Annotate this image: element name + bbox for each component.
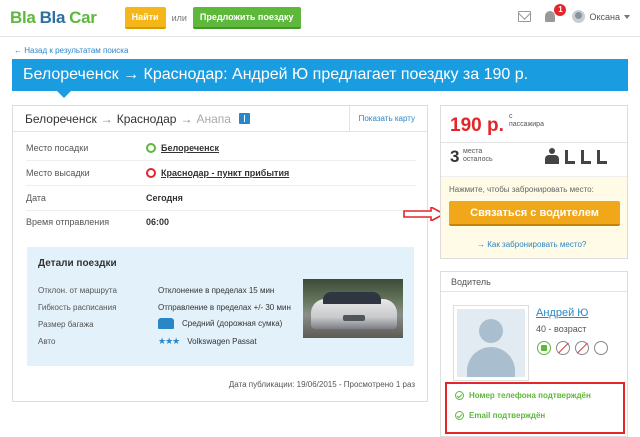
- free-seat-icon: [597, 150, 607, 164]
- car-model-text: Volkswagen Passat: [187, 337, 257, 346]
- car-photo[interactable]: [303, 279, 403, 338]
- no-smoking-icon: [556, 341, 570, 355]
- notifications-button[interactable]: 1: [545, 4, 567, 22]
- seats-text: места осталось: [463, 148, 493, 164]
- offer-ride-button[interactable]: Предложить поездку: [192, 7, 301, 29]
- pickup-value-text: Белореченск: [161, 143, 220, 153]
- dropoff-value[interactable]: Краснодар - пункт прибытия: [146, 168, 289, 178]
- check-icon: [455, 391, 464, 400]
- user-area: 1 Оксана: [518, 4, 630, 23]
- route-deviation-label: Отклон. от маршрута: [38, 286, 117, 295]
- verification-box: Номер телефона подтверждён Email подтвер…: [445, 382, 625, 434]
- date-value: Сегодня: [146, 193, 183, 203]
- route-next: Анапа: [196, 111, 231, 126]
- top-navigation-bar: Bla Bla Car Найти или Предложить поездку…: [0, 0, 640, 37]
- driver-age: 40 - возраст: [536, 324, 587, 334]
- route-deviation-value: Отклонение в пределах 15 мин: [158, 286, 275, 295]
- price-per-passenger: с пассажира: [509, 113, 569, 129]
- logo-text-1: Bla: [10, 8, 36, 27]
- booking-hint: Нажмите, чтобы забронировать место:: [449, 185, 594, 194]
- dropoff-marker-icon: [146, 168, 156, 178]
- booking-action-box: Нажмите, чтобы забронировать место: Связ…: [441, 176, 627, 258]
- trip-details-box: Детали поездки Отклон. от маршрута Откло…: [27, 247, 414, 366]
- car-value: ★★★ Volkswagen Passat: [158, 336, 257, 347]
- divider: [26, 185, 416, 186]
- schedule-flex-value: Отправление в пределах +/- 30 мин: [158, 303, 291, 312]
- page-title: Белореченск → Краснодар: Андрей Ю предла…: [12, 59, 628, 98]
- how-to-book-link[interactable]: → Как забронировать место?: [477, 240, 586, 249]
- occupied-seat-icon: [545, 148, 559, 164]
- driver-name-link[interactable]: Андрей Ю: [536, 307, 588, 319]
- route-arrow-2: →: [180, 111, 193, 126]
- pickup-value[interactable]: Белореченск: [146, 143, 219, 153]
- no-pets-icon: [575, 341, 589, 355]
- divider: [26, 160, 416, 161]
- per-line-2: пассажира: [509, 121, 544, 128]
- dropoff-label: Место высадки: [26, 168, 90, 178]
- seat-icons: [545, 148, 607, 164]
- car-grill-shape: [343, 315, 365, 321]
- car-label: Авто: [38, 337, 56, 346]
- pickup-marker-icon: [146, 143, 156, 153]
- per-line-1: с: [509, 113, 513, 120]
- road-icon: [238, 113, 250, 124]
- find-button[interactable]: Найти: [124, 7, 166, 29]
- phone-verified: Номер телефона подтверждён: [455, 391, 591, 400]
- price: 190 р.: [450, 115, 504, 136]
- check-icon: [455, 411, 464, 420]
- route-header: Белореченск → Краснодар → Анапа Показать…: [13, 105, 427, 132]
- logo-text-2: Bla: [39, 8, 66, 27]
- driver-panel: Водитель Андрей Ю 40 - возраст Номер тел…: [440, 271, 628, 437]
- dropoff-value-text: Краснодар - пункт прибытия: [161, 168, 290, 178]
- mail-icon[interactable]: [518, 11, 532, 22]
- driver-avatar[interactable]: [453, 305, 529, 381]
- time-value: 06:00: [146, 217, 170, 227]
- luggage-value-text: Средний (дорожная сумка): [182, 319, 283, 328]
- logo-text-3: Car: [69, 8, 97, 27]
- show-map-link[interactable]: Показать карту: [348, 105, 415, 132]
- contact-driver-button[interactable]: Связаться с водителем: [449, 201, 620, 226]
- seats-count: 3: [450, 147, 460, 166]
- red-arrow-annotation: [403, 207, 445, 221]
- back-to-results-link[interactable]: ← Назад к результатам поиска: [14, 46, 128, 55]
- divider: [26, 210, 416, 211]
- notification-badge: 1: [554, 4, 567, 16]
- free-seat-icon: [581, 150, 591, 164]
- divider: [441, 142, 627, 143]
- pickup-label: Место посадки: [26, 143, 89, 153]
- route-to: Краснодар: [116, 111, 177, 126]
- user-avatar-icon: [572, 10, 586, 23]
- seats-line-2: осталось: [463, 156, 493, 163]
- driver-panel-header: Водитель: [441, 272, 627, 292]
- or-label: или: [171, 13, 187, 23]
- date-label: Дата: [26, 193, 46, 203]
- luggage-value: Средний (дорожная сумка): [158, 318, 282, 329]
- email-verified: Email подтверждён: [455, 411, 545, 420]
- car-comfort-stars: ★★★: [158, 336, 180, 346]
- driver-preferences: [537, 341, 608, 355]
- luggage-icon: [158, 318, 174, 329]
- phone-verified-text: Номер телефона подтверждён: [469, 391, 591, 400]
- publication-info: Дата публикации: 19/06/2015 - Просмотрен…: [228, 380, 415, 389]
- user-name: Оксана: [589, 11, 620, 22]
- time-label: Время отправления: [26, 217, 110, 227]
- car-windshield-shape: [323, 292, 381, 304]
- booking-panel: 190 р. с пассажира 3 места осталось Нажм…: [440, 105, 628, 259]
- user-menu[interactable]: Оксана: [572, 10, 630, 23]
- default-avatar-icon: [457, 309, 525, 377]
- bla-chat-icon: [537, 341, 551, 355]
- music-icon: [594, 341, 608, 355]
- email-verified-text: Email подтверждён: [469, 411, 546, 420]
- seats-line-1: места: [463, 148, 483, 155]
- blablacar-logo[interactable]: Bla Bla Car: [10, 8, 97, 28]
- free-seat-icon: [565, 150, 575, 164]
- details-title: Детали поездки: [38, 258, 117, 269]
- schedule-flex-label: Гибкость расписания: [38, 303, 117, 312]
- route-from: Белореченск: [25, 111, 97, 126]
- luggage-label: Размер багажа: [38, 320, 94, 329]
- chevron-down-icon: [624, 14, 630, 19]
- route-arrow-1: →: [100, 111, 113, 126]
- trip-info-panel: Белореченск → Краснодар → Анапа Показать…: [12, 105, 428, 402]
